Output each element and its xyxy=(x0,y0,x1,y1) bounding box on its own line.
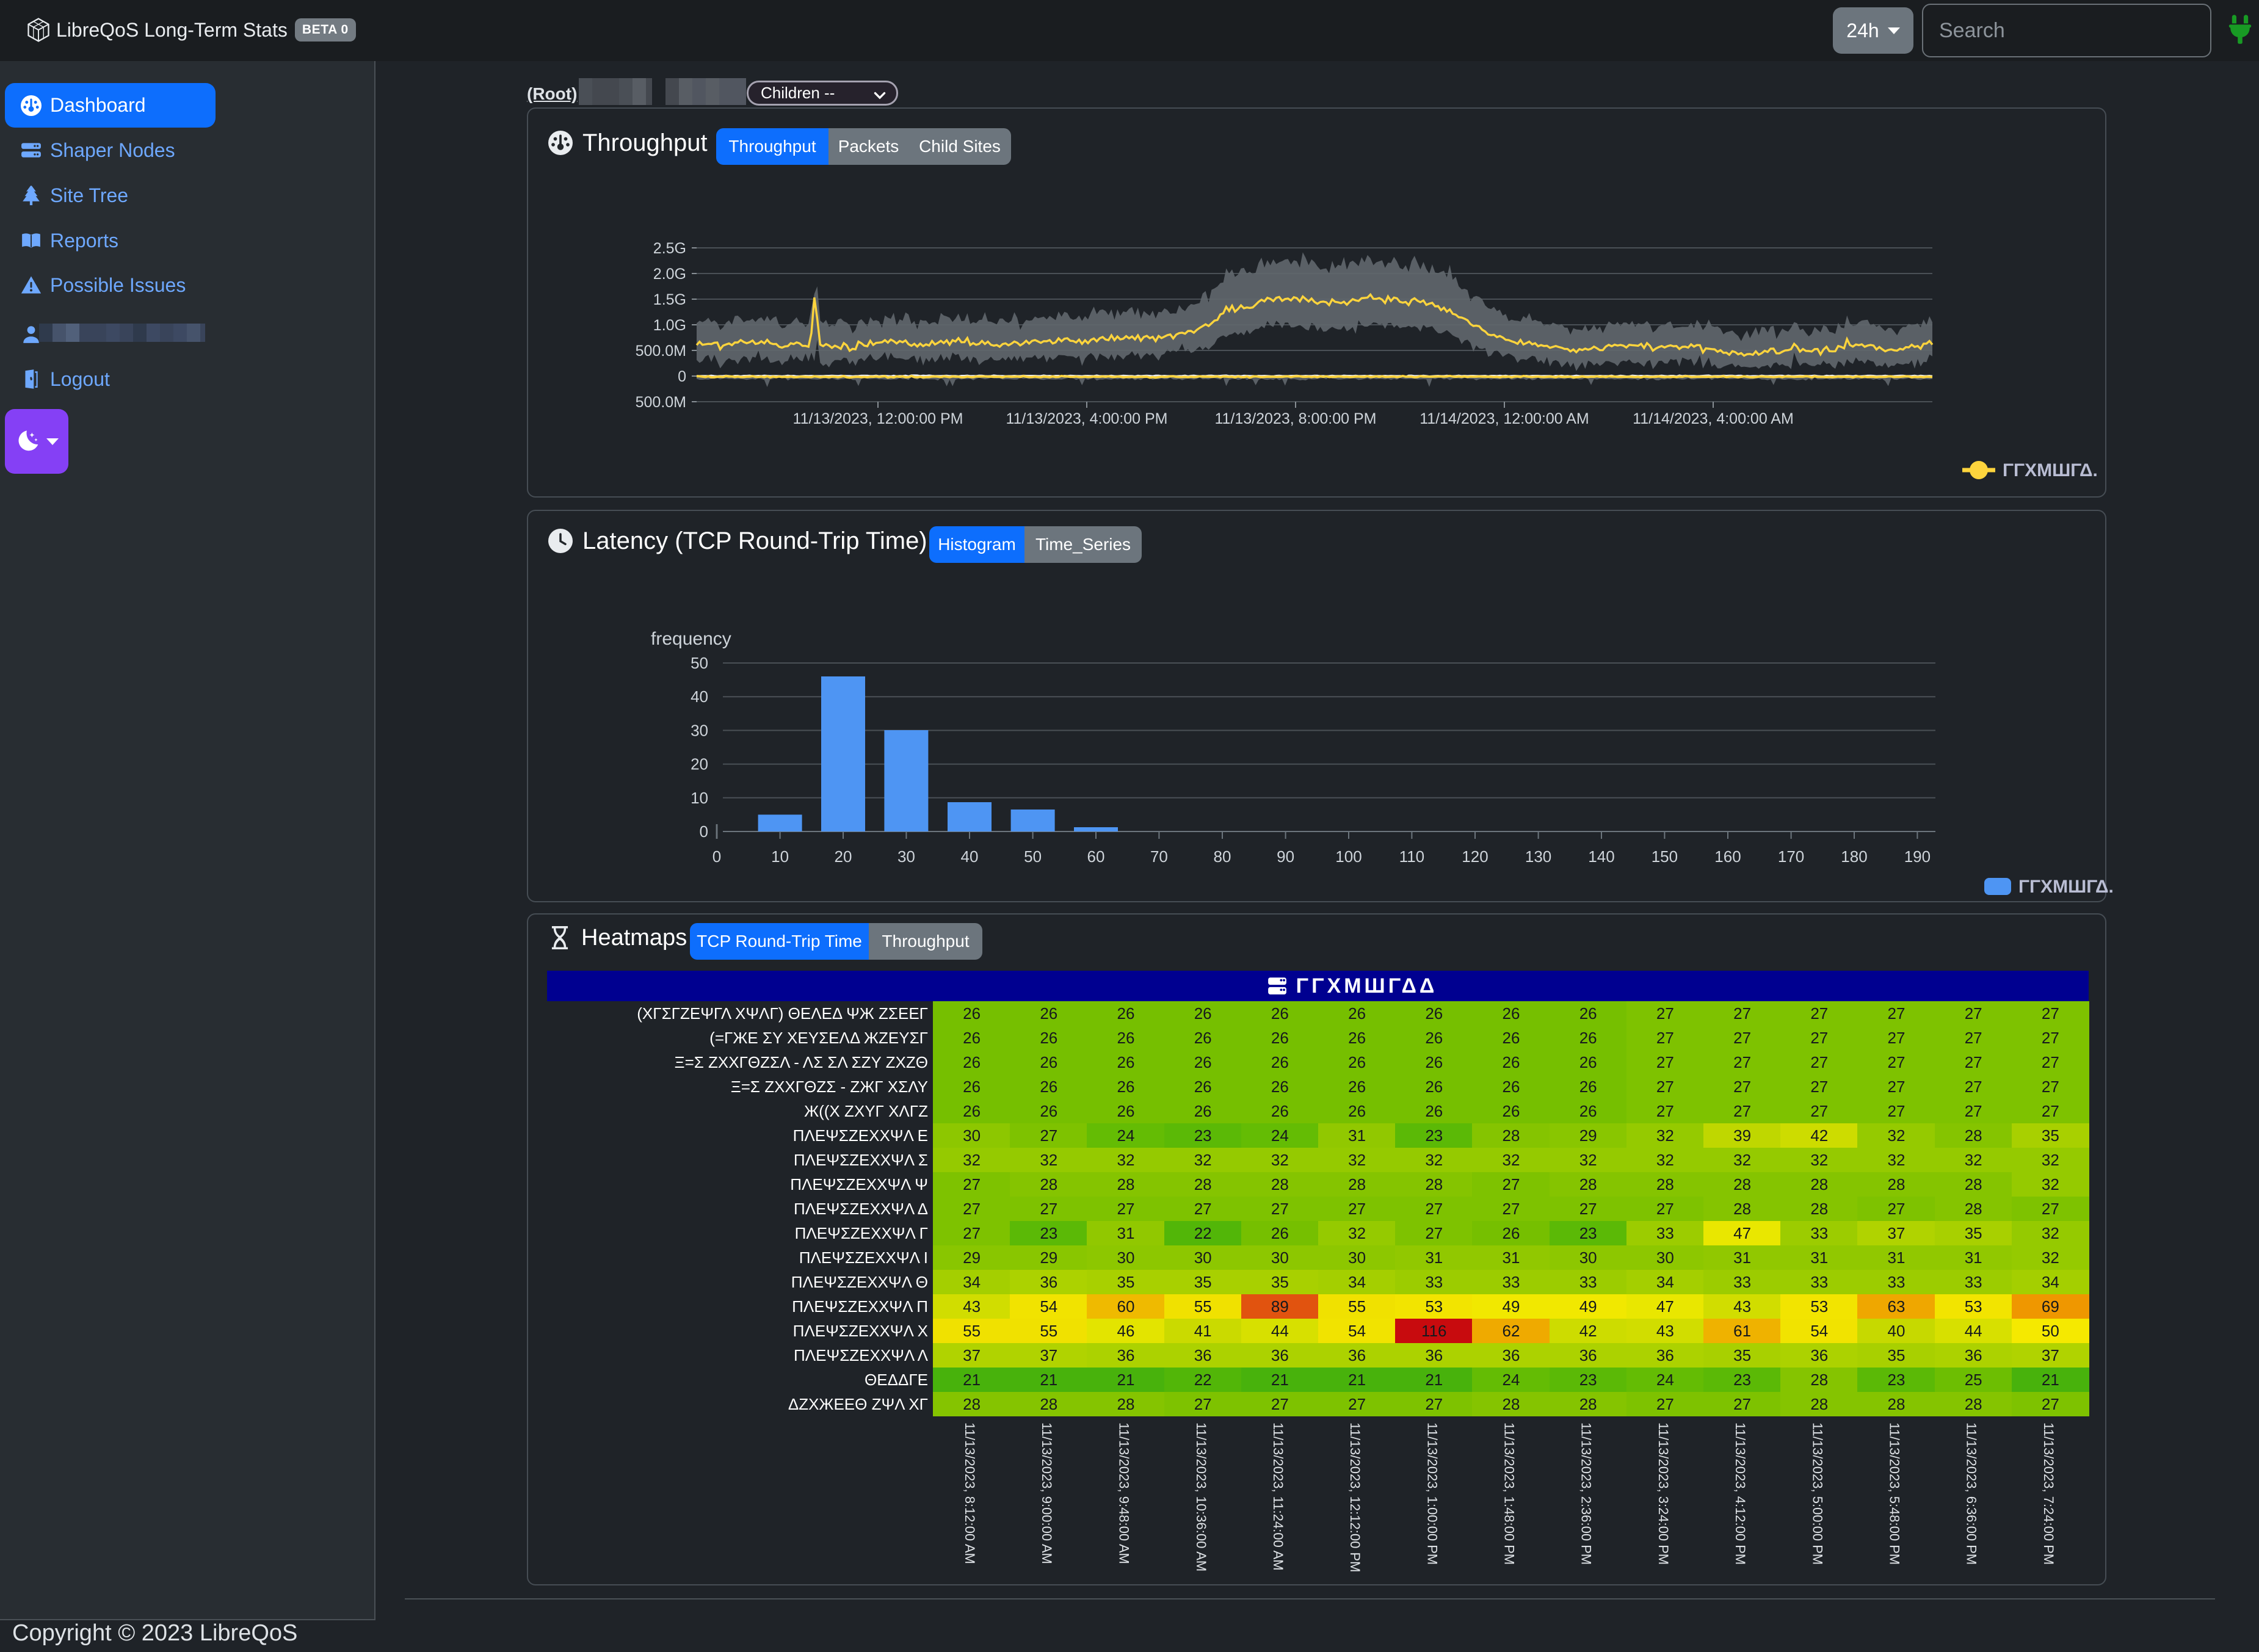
svg-text:10: 10 xyxy=(691,789,708,807)
svg-text:11/13/2023, 4:00:00 PM: 11/13/2023, 4:00:00 PM xyxy=(1006,410,1167,427)
svg-text:20: 20 xyxy=(835,847,852,866)
svg-text:11/13/2023, 12:00:00 PM: 11/13/2023, 12:00:00 PM xyxy=(793,410,963,427)
svg-text:30: 30 xyxy=(897,847,915,866)
svg-text:0: 0 xyxy=(678,368,686,385)
svg-text:2.5G: 2.5G xyxy=(653,240,686,257)
svg-text:ΓΓΧΜШΓΔ.: ΓΓΧΜШΓΔ. xyxy=(2018,877,2114,897)
svg-text:110: 110 xyxy=(1399,847,1424,866)
svg-text:1.5G: 1.5G xyxy=(653,291,686,308)
svg-text:60: 60 xyxy=(1087,847,1105,866)
svg-text:150: 150 xyxy=(1652,847,1678,866)
svg-text:50: 50 xyxy=(1024,847,1042,866)
svg-text:130: 130 xyxy=(1525,847,1551,866)
svg-text:30: 30 xyxy=(691,721,708,739)
svg-text:140: 140 xyxy=(1588,847,1614,866)
svg-text:90: 90 xyxy=(1277,847,1294,866)
svg-text:0: 0 xyxy=(700,822,708,841)
svg-text:500.0M: 500.0M xyxy=(636,394,686,411)
svg-text:190: 190 xyxy=(1904,847,1931,866)
svg-text:170: 170 xyxy=(1778,847,1804,866)
svg-text:500.0M: 500.0M xyxy=(636,342,686,360)
svg-text:80: 80 xyxy=(1214,847,1231,866)
svg-text:100: 100 xyxy=(1335,847,1362,866)
svg-text:frequency: frequency xyxy=(651,629,731,649)
svg-text:11/13/2023, 8:00:00 PM: 11/13/2023, 8:00:00 PM xyxy=(1214,410,1376,427)
svg-text:0: 0 xyxy=(713,847,721,866)
svg-text:70: 70 xyxy=(1150,847,1168,866)
svg-text:40: 40 xyxy=(961,847,979,866)
svg-text:10: 10 xyxy=(771,847,789,866)
svg-text:1.0G: 1.0G xyxy=(653,317,686,334)
svg-text:160: 160 xyxy=(1714,847,1741,866)
svg-text:20: 20 xyxy=(691,755,708,773)
svg-text:50: 50 xyxy=(691,654,708,672)
svg-text:11/14/2023, 12:00:00 AM: 11/14/2023, 12:00:00 AM xyxy=(1420,410,1589,427)
svg-text:120: 120 xyxy=(1462,847,1488,866)
svg-text:2.0G: 2.0G xyxy=(653,266,686,283)
svg-text:180: 180 xyxy=(1841,847,1867,866)
svg-text:11/14/2023, 4:00:00 AM: 11/14/2023, 4:00:00 AM xyxy=(1633,410,1794,427)
svg-text:40: 40 xyxy=(691,687,708,706)
svg-text:ΓΓΧΜШΓΔ.: ΓΓΧΜШΓΔ. xyxy=(2003,460,2098,480)
